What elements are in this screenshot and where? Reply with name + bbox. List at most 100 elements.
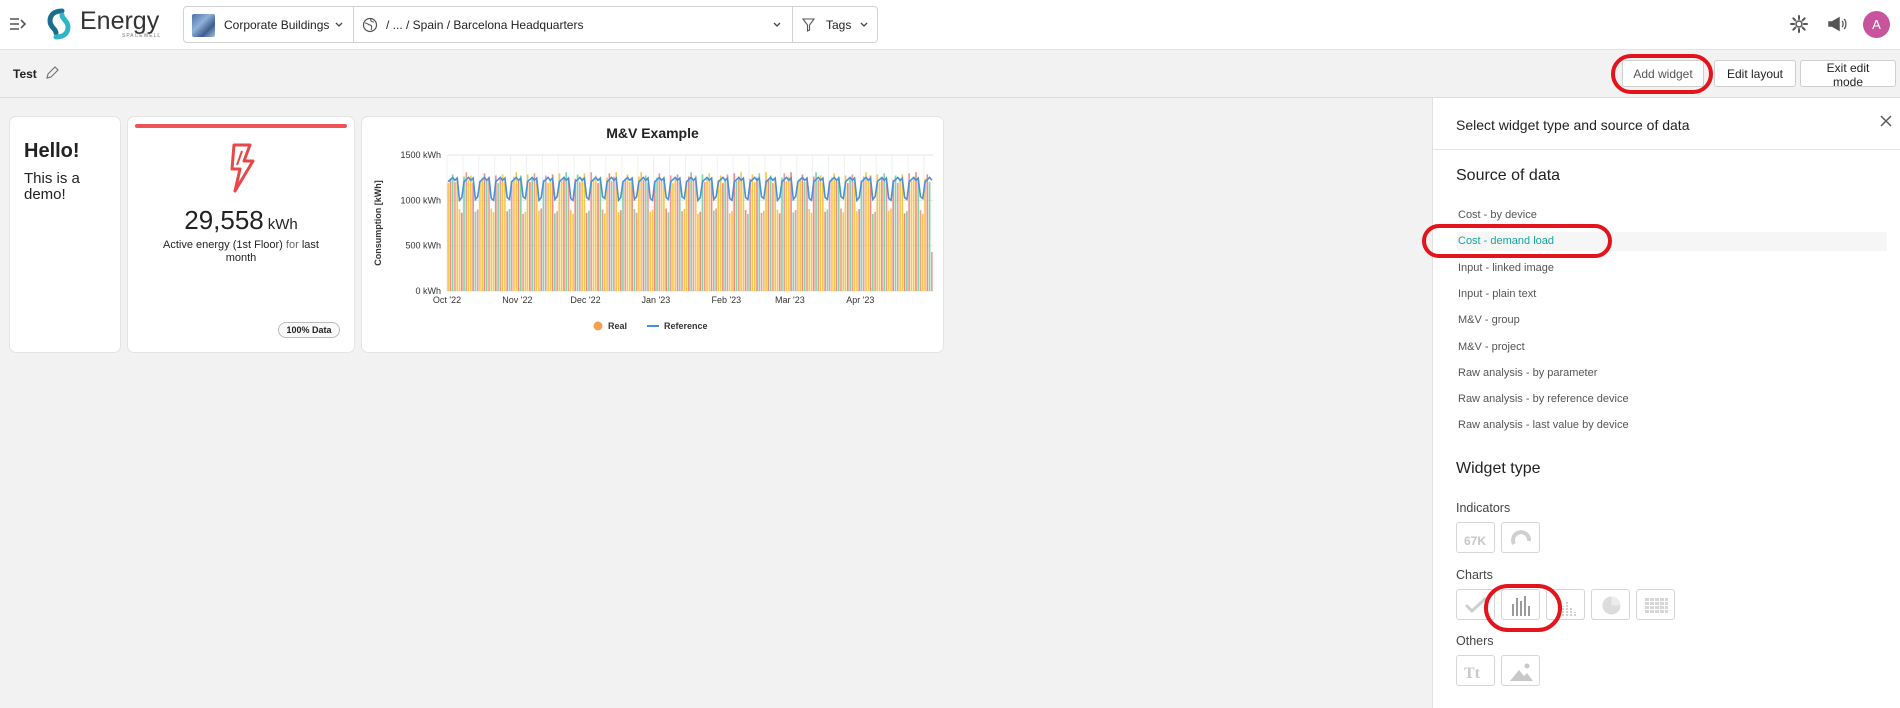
bar [599, 178, 602, 291]
bar [767, 179, 770, 291]
text-widget-card[interactable]: Hello! This is a demo! [10, 117, 120, 352]
chevron-down-icon [335, 22, 343, 27]
panel-title: Select widget type and source of data [1456, 117, 1690, 133]
gear-icon[interactable] [1788, 13, 1810, 35]
bar [554, 213, 556, 291]
bar [869, 175, 872, 291]
bar [801, 174, 804, 291]
bar [569, 210, 572, 291]
add-widget-button[interactable]: Add widget [1622, 60, 1704, 87]
y-tick-label: 1000 kWh [400, 195, 441, 205]
chart-check-tile[interactable] [1456, 589, 1495, 620]
bar [862, 176, 865, 291]
energy-value: 29,558 [184, 205, 264, 235]
bar [470, 175, 472, 291]
text-widget-title: Hello! [24, 140, 80, 162]
bar [851, 174, 854, 291]
bar [583, 173, 586, 291]
bar [624, 178, 627, 291]
edit-layout-button[interactable]: Edit layout [1714, 60, 1796, 87]
indicator-gauge-tile[interactable] [1501, 522, 1540, 553]
bar [669, 175, 672, 291]
bar [667, 212, 670, 291]
source-item[interactable]: Raw analysis - by reference device [1457, 390, 1887, 409]
logo-mark-icon [47, 8, 71, 40]
others-image-tile[interactable] [1501, 655, 1540, 686]
bar [572, 213, 574, 291]
others-text-tile[interactable]: Tt [1456, 655, 1495, 686]
x-tick-label: Oct '22 [433, 295, 461, 305]
energy-indicator-card[interactable]: 29,558 kWh Active energy (1st Floor) for … [128, 117, 354, 352]
source-item[interactable]: Input - plain text [1457, 285, 1887, 304]
bar [906, 211, 908, 291]
bar [883, 173, 886, 291]
source-item[interactable]: M&V - group [1457, 311, 1887, 330]
pencil-icon[interactable] [45, 65, 60, 80]
bar [522, 213, 524, 291]
tags-filter[interactable]: Tags [792, 6, 878, 43]
source-item[interactable]: Raw analysis - by parameter [1457, 364, 1887, 383]
bar [681, 211, 683, 291]
bar [678, 182, 681, 291]
top-nav-bar: Energy SPACEWELL Corporate Buildings / .… [0, 0, 1900, 50]
bar [715, 208, 717, 291]
app-logo[interactable]: Energy SPACEWELL [42, 5, 172, 45]
bar [803, 182, 806, 291]
bar [497, 183, 499, 291]
bar [513, 176, 515, 291]
bar [501, 174, 504, 291]
energy-value-row: 29,558 kWh [128, 205, 354, 236]
chart-bar-tile[interactable] [1501, 589, 1540, 620]
indicator-number-tile[interactable]: 67K [1456, 522, 1495, 553]
chart-stacked-tile[interactable] [1546, 589, 1585, 620]
building-thumbnail [192, 14, 215, 37]
building-selector-label: Corporate Buildings [224, 18, 330, 32]
bar [660, 180, 663, 291]
bar [749, 178, 752, 291]
bar [506, 211, 509, 291]
bar [467, 179, 470, 291]
bar [663, 176, 665, 291]
bar [815, 172, 817, 291]
panel-header: Select widget type and source of data [1433, 98, 1900, 150]
bar [701, 174, 704, 291]
expand-menu-icon[interactable] [8, 14, 28, 34]
chart-heatmap-tile[interactable] [1636, 589, 1675, 620]
mv-chart-card[interactable]: M&V Example 0 kWh 500 kWh 1000 kWh 1500 kWh… [362, 117, 943, 352]
bar [628, 182, 631, 291]
close-icon[interactable] [1879, 114, 1893, 128]
building-selector[interactable]: Corporate Buildings [183, 6, 354, 43]
location-selector[interactable]: / ... / Spain / Barcelona Headquarters [353, 6, 793, 43]
chart-pie-tile[interactable] [1591, 589, 1630, 620]
source-item[interactable]: Raw analysis - last value by device [1457, 416, 1887, 435]
megaphone-icon[interactable] [1826, 13, 1848, 35]
bar [806, 177, 808, 291]
widget-type-heading: Widget type [1456, 460, 1541, 477]
bar [597, 183, 599, 291]
bar [544, 175, 547, 291]
bar [760, 212, 763, 291]
bar [776, 209, 779, 291]
bar [699, 211, 702, 291]
bar [515, 172, 518, 291]
bar [558, 173, 561, 291]
histogram-icon [1558, 601, 1576, 616]
image-icon [1510, 663, 1533, 681]
source-item[interactable]: M&V - project [1457, 338, 1887, 357]
bar [713, 210, 715, 291]
bar [531, 177, 533, 291]
gauge-icon [1511, 530, 1532, 545]
source-item[interactable]: Cost - demand load [1457, 232, 1887, 252]
exit-edit-mode-button[interactable]: Exit edit mode [1800, 60, 1896, 89]
bar [626, 174, 629, 291]
user-avatar[interactable]: A [1863, 11, 1890, 38]
bar [581, 177, 583, 291]
x-tick-label: Dec '22 [570, 295, 600, 305]
bar [606, 177, 608, 291]
bar [585, 212, 588, 291]
legend-real-marker [593, 321, 603, 331]
source-item[interactable]: Cost - by device [1457, 206, 1887, 225]
source-item[interactable]: Input - linked image [1457, 259, 1887, 278]
bar [751, 174, 754, 291]
bar [710, 180, 713, 291]
